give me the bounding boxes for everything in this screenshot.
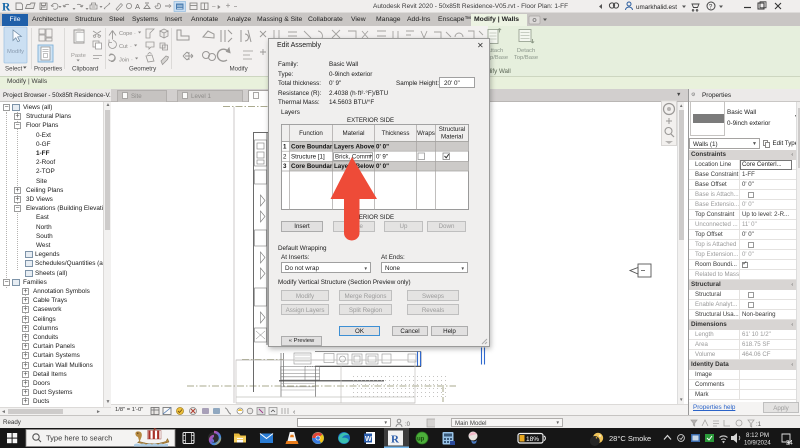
svg-text:10/9/2024: 10/9/2024 — [744, 441, 771, 447]
svg-text:R: R — [391, 434, 400, 446]
svg-text:Select: Select — [5, 66, 22, 73]
svg-text:Detach: Detach — [517, 48, 535, 54]
svg-text:·: · — [134, 31, 136, 37]
svg-text:8:12 PM: 8:12 PM — [746, 432, 769, 439]
svg-text:A: A — [135, 2, 140, 11]
svg-text:1: 1 — [283, 144, 287, 151]
svg-text:Material: Material — [441, 134, 463, 141]
svg-text:Function: Function — [299, 130, 323, 137]
svg-text:Structural: Structural — [439, 126, 465, 133]
svg-text:·: · — [130, 44, 132, 50]
svg-text:Structure [1]: Structure [1] — [291, 153, 325, 160]
svg-text:Geometry: Geometry — [129, 66, 157, 73]
svg-text:Wraps: Wraps — [417, 130, 435, 137]
svg-text:Join: Join — [119, 58, 129, 64]
svg-text:24: 24 — [786, 441, 793, 447]
svg-text:28°C Smoke: 28°C Smoke — [609, 434, 651, 443]
svg-text:?: ? — [709, 4, 713, 11]
svg-text:Top/Base: Top/Base — [514, 55, 538, 61]
svg-text:3: 3 — [283, 163, 287, 170]
svg-text:Properties: Properties — [34, 66, 62, 73]
svg-text:Paste: Paste — [71, 53, 86, 59]
svg-text:Cut: Cut — [119, 44, 128, 50]
svg-text:·: · — [131, 58, 133, 64]
svg-text:W: W — [365, 436, 372, 443]
svg-text:Modify: Modify — [7, 49, 24, 55]
svg-text:Modify: Modify — [230, 66, 249, 73]
svg-text:Cope: Cope — [119, 31, 132, 37]
svg-text:Thickness: Thickness — [382, 130, 410, 137]
svg-text:Type here to search: Type here to search — [46, 434, 112, 443]
svg-text:Material: Material — [342, 130, 364, 137]
svg-text:up: up — [417, 437, 425, 443]
svg-text:Clipboard: Clipboard — [72, 66, 99, 73]
svg-text:2: 2 — [283, 153, 287, 160]
svg-text:18%: 18% — [526, 436, 539, 443]
svg-text:R: R — [2, 2, 11, 14]
svg-text:umarkhalid.est: umarkhalid.est — [636, 4, 677, 11]
